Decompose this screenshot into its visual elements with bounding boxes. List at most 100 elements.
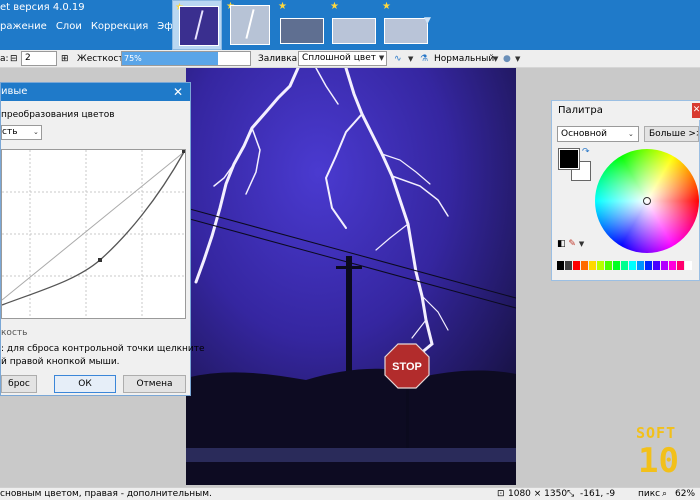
image-tab[interactable]: ★ [224, 0, 274, 50]
watermark-line1: SOFT [636, 424, 677, 442]
palette-swatch[interactable] [629, 261, 637, 270]
palette-mode-value: Основной [561, 129, 607, 139]
close-icon[interactable]: ✕ [692, 103, 700, 118]
tool-options-bar: а: ⊟ 2 ⊞ Жесткость: 75% Заливка: Сплошно… [0, 50, 700, 68]
tone-curve [1, 151, 185, 306]
decrease-size-icon[interactable]: ⊟ [10, 52, 18, 66]
luminosity-checkbox-label[interactable]: кость [1, 328, 27, 338]
chevron-down-icon: ▼ [378, 54, 385, 62]
palette-swatch[interactable] [669, 261, 677, 270]
hint-text-line1: : для сброса контрольной точки щелкните [1, 344, 205, 354]
chevron-down-icon[interactable]: ▼ [579, 240, 584, 248]
chevron-down-icon[interactable]: ▼ [408, 52, 413, 66]
palette-mode-select[interactable]: Основной ⌄ [557, 126, 639, 142]
unit-select[interactable]: пикс [638, 488, 660, 500]
menu-layers[interactable]: Слои [56, 20, 87, 36]
thumbnail-image [384, 18, 428, 44]
cursor-position-icon: ⤡ [567, 489, 575, 499]
palette-swatch[interactable] [605, 261, 613, 270]
tree-line [186, 368, 516, 485]
curve-editor[interactable] [1, 149, 186, 319]
cursor-position: -161, -9 [580, 489, 616, 499]
star-icon: ★ [330, 1, 339, 12]
ok-button[interactable]: ОК [54, 375, 116, 393]
palette-swatch[interactable] [637, 261, 645, 270]
curve-end-point[interactable] [182, 150, 185, 153]
curve-control-point[interactable] [98, 258, 102, 262]
watermark-line2: 10 [638, 441, 679, 481]
palette-title: Палитра [558, 105, 603, 116]
palette-swatch[interactable] [621, 261, 629, 270]
palette-title-bar: Палитра ✕ [552, 101, 700, 120]
chevron-down-icon[interactable]: ▼ [493, 52, 498, 66]
color-picker-icon[interactable]: ✎ [568, 239, 576, 249]
fill-select[interactable]: Сплошной цвет ▼ [298, 51, 387, 66]
hardness-value: 75% [124, 54, 142, 63]
fill-select-value: Сплошной цвет [302, 53, 376, 63]
transform-mode-value: сть [2, 127, 18, 137]
image-tab[interactable]: ★ [380, 0, 430, 50]
reset-button[interactable]: брос [1, 375, 37, 393]
more-button[interactable]: Больше >> [644, 126, 699, 142]
watermark-logo: SOFT 10 [634, 424, 696, 488]
palette-tools: ◧ ✎ ▼ [557, 239, 584, 249]
star-icon: ★ [278, 1, 287, 12]
blend-mode-select[interactable]: Нормальный [434, 52, 494, 66]
image-tab[interactable]: ★ [172, 0, 222, 50]
curve-baseline [1, 151, 185, 301]
palette-swatch[interactable] [557, 261, 565, 270]
thumbnail-image [230, 5, 270, 45]
image-tab[interactable]: ★ [328, 0, 378, 50]
window-title: et версия 4.0.19 [0, 2, 85, 13]
tabs-dropdown-icon[interactable]: ▼ [424, 16, 431, 26]
zoom-level[interactable]: 62% [675, 488, 695, 500]
zoom-icon[interactable]: ⌕ [662, 488, 667, 500]
curves-dialog-title: ивые [1, 86, 28, 97]
close-icon[interactable]: ✕ [173, 83, 183, 101]
star-icon: ★ [382, 1, 391, 12]
palette-swatch[interactable] [645, 261, 653, 270]
palette-swatch[interactable] [581, 261, 589, 270]
image-canvas[interactable]: STOP [186, 68, 516, 485]
alpha-blending-icon[interactable]: ● [503, 52, 511, 66]
thumbnail-image [332, 18, 376, 44]
menu-adjustments[interactable]: Коррекция [91, 20, 153, 36]
brush-size-field[interactable]: 2 [21, 51, 57, 66]
palette-swatch[interactable] [597, 261, 605, 270]
antialias-icon[interactable]: ∿ [394, 52, 402, 66]
status-bar: сновным цветом, правая - дополнительным.… [0, 487, 700, 500]
road [186, 448, 516, 462]
transform-section-label: преобразования цветов [1, 110, 115, 120]
palette-swatch[interactable] [653, 261, 661, 270]
chevron-down-icon: ⌄ [33, 128, 39, 136]
hardness-slider[interactable]: 75% [121, 51, 251, 66]
image-size-icon: ⊡ [497, 489, 505, 499]
curves-dialog: ивые ✕ преобразования цветов сть ⌄ кость… [0, 82, 205, 396]
status-hint: сновным цветом, правая - дополнительным. [0, 489, 212, 499]
palette-swatch[interactable] [573, 261, 581, 270]
cancel-button[interactable]: Отмена [123, 375, 186, 393]
transform-mode-select[interactable]: сть ⌄ [1, 125, 42, 140]
chevron-down-icon: ⌄ [628, 130, 634, 138]
increase-size-icon[interactable]: ⊞ [61, 52, 69, 66]
palette-swatch[interactable] [661, 261, 669, 270]
palette-swatch[interactable] [613, 261, 621, 270]
palette-swatch[interactable] [565, 261, 573, 270]
palette-swatch[interactable] [685, 261, 693, 270]
image-tab[interactable]: ★ [276, 0, 326, 50]
palette-swatch[interactable] [677, 261, 685, 270]
color-wheel[interactable] [595, 149, 699, 253]
menu-image[interactable]: ражение [0, 20, 52, 36]
reset-colors-icon[interactable]: ◧ [557, 239, 566, 249]
brush-size-label: а: [0, 54, 9, 64]
image-tabs: ★ ★ ★ ★ ★ [172, 0, 432, 50]
chevron-down-icon[interactable]: ▼ [515, 52, 520, 66]
swap-colors-icon[interactable]: ↷ [582, 147, 590, 157]
palette-window: Палитра ✕ Основной ⌄ Больше >> ↷ ◧ ✎ ▼ [551, 100, 700, 281]
thumbnail-image [179, 6, 219, 46]
palette-swatch[interactable] [589, 261, 597, 270]
primary-color-swatch[interactable] [558, 148, 580, 170]
title-bar: et версия 4.0.19 ражение Слои Коррекция … [0, 0, 700, 50]
color-wheel-cursor[interactable] [643, 197, 651, 205]
thumbnail-image [280, 18, 324, 44]
